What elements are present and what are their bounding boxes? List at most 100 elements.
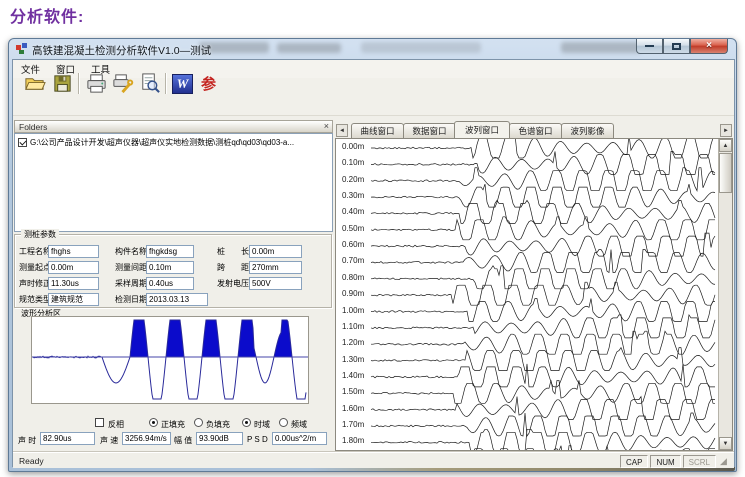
toolbar-separator — [165, 73, 166, 94]
word-export-button[interactable]: W — [170, 71, 195, 96]
freq-domain-radio[interactable] — [279, 418, 288, 427]
scroll-up-button[interactable]: ▲ — [719, 139, 732, 152]
field-label: 桩 长 — [217, 247, 249, 257]
glass-reflection — [561, 42, 641, 53]
field-label: 跨 距 — [217, 263, 249, 273]
scroll-down-button[interactable]: ▼ — [719, 437, 732, 450]
print-button[interactable] — [84, 71, 109, 96]
close-button[interactable]: × — [690, 39, 728, 54]
project-name-field[interactable] — [48, 245, 99, 258]
depth-label: 1.60m — [342, 404, 364, 413]
close-icon: × — [706, 41, 712, 51]
reference-button[interactable]: 参 — [196, 71, 221, 96]
status-bar: Ready CAPNUMSCRL ◢ — [13, 452, 734, 468]
arrow-up-icon: ▲ — [723, 143, 729, 149]
print-preview-button[interactable] — [137, 71, 162, 96]
amplitude-label: 幅 值 — [174, 435, 192, 446]
depth-label: 1.10m — [342, 322, 364, 331]
spec-type-field[interactable] — [48, 293, 99, 306]
save-floppy-icon — [51, 72, 74, 95]
tab-curve-window[interactable]: 曲线窗口 — [351, 123, 404, 138]
measure-start-field[interactable] — [48, 261, 99, 274]
reference-char-icon: 参 — [201, 73, 216, 94]
folder-tree-item[interactable]: G:\公司产品设计开发\超声仪器\超声仪实地检测数据\测桩qd\qd03\qd0… — [18, 137, 294, 148]
toolbar-separator — [78, 73, 79, 94]
client-area: 文件 窗口 工具 — [12, 59, 735, 467]
resize-grip[interactable]: ◢ — [720, 455, 732, 467]
right-panel: ◄ 曲线窗口 数据窗口 波列窗口 色谱窗口 波列影像 ► 0.00m0.10m0… — [335, 121, 733, 451]
depth-label: 1.80m — [342, 436, 364, 445]
scrollbar-thumb[interactable] — [719, 153, 732, 193]
tab-data-window[interactable]: 数据窗口 — [403, 123, 456, 138]
invert-checkbox[interactable] — [95, 418, 104, 427]
sound-time-correction-field[interactable] — [48, 277, 99, 290]
status-indicators: CAPNUMSCRL — [618, 452, 716, 470]
sound-speed-field[interactable] — [122, 432, 171, 445]
depth-label: 0.10m — [342, 158, 364, 167]
indicator-num: NUM — [650, 455, 680, 468]
sound-time-label: 声 时 — [18, 435, 36, 446]
tab-wavetrain-window[interactable]: 波列窗口 — [454, 121, 510, 138]
scroll-left-icon: ◄ — [339, 128, 345, 134]
analysis-waveform — [32, 317, 308, 403]
depth-label: 1.50m — [342, 387, 364, 396]
depth-label: 1.00m — [342, 306, 364, 315]
depth-label: 0.40m — [342, 207, 364, 216]
titlebar[interactable]: 高铁建混凝土检测分析软件V1.0—测试 × — [9, 39, 736, 59]
depth-label: 1.40m — [342, 371, 364, 380]
print-setup-button[interactable] — [110, 71, 135, 96]
open-button[interactable] — [22, 71, 47, 96]
fill-negative-radio[interactable] — [194, 418, 203, 427]
measure-interval-field[interactable] — [146, 261, 194, 274]
indicator-cap: CAP — [620, 455, 648, 468]
printer-icon — [85, 72, 108, 95]
emit-voltage-field[interactable] — [249, 277, 302, 290]
psd-field[interactable] — [272, 432, 327, 445]
tab-spectrum-window[interactable]: 色谱窗口 — [509, 123, 562, 138]
vertical-scrollbar[interactable]: ▲ ▼ — [718, 139, 732, 450]
pile-params-group: 测桩参数 工程名称 构件名称 桩 长 测量起点 测量间距 跨 距 声时修正 采样… — [14, 234, 332, 308]
test-date-field[interactable] — [146, 293, 208, 306]
folder-path: G:\公司产品设计开发\超声仪器\超声仪实地检测数据\测桩qd\qd03\qd0… — [30, 137, 294, 148]
folders-panel-header[interactable]: Folders × — [14, 120, 333, 133]
field-label: 规范类型 — [19, 295, 51, 305]
depth-label: 0.20m — [342, 175, 364, 184]
component-name-field[interactable] — [146, 245, 194, 258]
sound-time-field[interactable] — [40, 432, 95, 445]
fill-positive-radio[interactable] — [149, 418, 158, 427]
folder-checkbox[interactable] — [18, 138, 27, 147]
folders-close-icon[interactable]: × — [324, 121, 329, 131]
tab-scroll-right-button[interactable]: ► — [720, 124, 732, 137]
save-button[interactable] — [50, 71, 75, 96]
depth-label: 0.70m — [342, 256, 364, 265]
wavetrain-list[interactable]: 0.00m0.10m0.20m0.30m0.40m0.50m0.60m0.70m… — [335, 138, 733, 451]
depth-label: 0.90m — [342, 289, 364, 298]
time-domain-radio[interactable] — [242, 418, 251, 427]
span-distance-field[interactable] — [249, 261, 302, 274]
minimize-button[interactable] — [636, 39, 663, 54]
depth-label: 1.30m — [342, 355, 364, 364]
invert-label: 反相 — [108, 419, 124, 430]
sampling-period-field[interactable] — [146, 277, 194, 290]
open-folder-icon — [23, 72, 46, 95]
sound-speed-label: 声 速 — [100, 435, 118, 446]
depth-label: 1.70m — [342, 420, 364, 429]
glass-reflection — [361, 42, 481, 53]
depth-label: 0.80m — [342, 273, 364, 282]
field-label: 测量起点 — [19, 263, 51, 273]
tab-wavetrain-image[interactable]: 波列影像 — [561, 123, 614, 138]
page-heading: 分析软件: — [10, 3, 84, 27]
print-preview-icon — [138, 72, 161, 95]
tab-scroll-left-button[interactable]: ◄ — [336, 124, 348, 137]
fill-positive-label: 正填充 — [161, 419, 185, 430]
maximize-button[interactable] — [663, 39, 690, 54]
app-icon — [16, 43, 28, 55]
folders-title: Folders — [19, 122, 47, 132]
status-text: Ready — [19, 456, 618, 466]
print-setup-icon — [111, 72, 134, 95]
field-label: 构件名称 — [115, 247, 147, 257]
folders-list: G:\公司产品设计开发\超声仪器\超声仪实地检测数据\测桩qd\qd03\qd0… — [14, 133, 333, 232]
field-label: 检测日期 — [115, 295, 147, 305]
amplitude-field[interactable] — [196, 432, 243, 445]
pile-length-field[interactable] — [249, 245, 302, 258]
